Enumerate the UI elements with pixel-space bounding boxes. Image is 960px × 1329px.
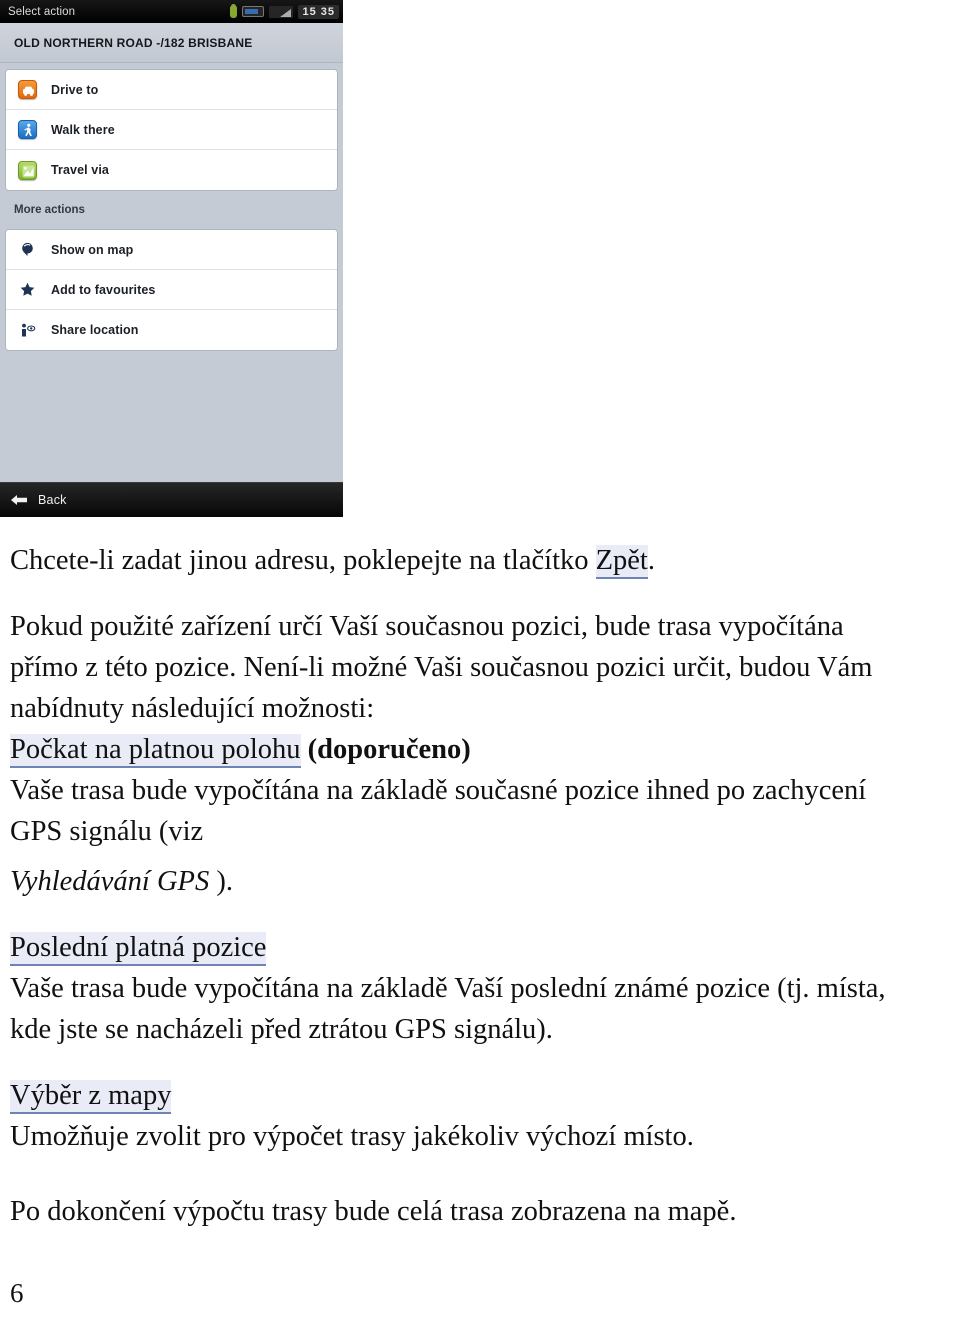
primary-actions-list: Drive to Walk there Travel via [5, 69, 338, 191]
gps-search-reference-end: ). [209, 866, 233, 897]
status-bar-icons: 15 35 [230, 3, 339, 19]
arrow-left-icon [10, 493, 28, 507]
phone-screenshot: Select action 15 35 OLD NORTHERN ROAD -/… [0, 0, 343, 517]
action-row-share-location[interactable]: Share location [6, 310, 337, 350]
status-bar-title: Select action [8, 5, 76, 18]
map-pin-icon [18, 240, 37, 259]
option-3-heading-line: Výběr z mapy [10, 1075, 946, 1116]
battery-icon [242, 6, 265, 17]
gps-search-reference: Vyhledávání GPS [10, 866, 210, 897]
more-actions-list: Show on map Add to favourites Share loca… [5, 229, 338, 351]
status-bar: Select action 15 35 [0, 0, 343, 23]
action-row-drive-to[interactable]: Drive to [6, 70, 337, 110]
option-2-heading-line: Poslední platná pozice [10, 927, 946, 968]
paragraph-intro-text: Chcete-li zadat jinou adresu, poklepejte… [10, 545, 596, 576]
paragraph-gps-line1: Pokud použité zařízení určí Vaší současn… [10, 611, 844, 642]
action-row-show-on-map[interactable]: Show on map [6, 230, 337, 270]
action-row-travel-via[interactable]: Travel via [6, 150, 337, 190]
action-label: Walk there [51, 122, 115, 137]
option-1-recommended-badge: (doporučeno) [300, 734, 471, 765]
more-actions-header: More actions [14, 204, 85, 216]
signal-icon [269, 5, 294, 18]
action-row-walk-there[interactable]: Walk there [6, 110, 337, 150]
action-label: Show on map [51, 242, 134, 257]
option-3-line1: Umožňuje zvolit pro výpočet trasy jakéko… [10, 1121, 694, 1152]
paragraph-closing: Po dokončení výpočtu trasy bude celá tra… [10, 1196, 737, 1227]
address-label: OLD NORTHERN ROAD -/182 BRISBANE [14, 35, 253, 50]
action-label: Drive to [51, 82, 99, 97]
pedestrian-icon [18, 120, 37, 139]
address-bar: OLD NORTHERN ROAD -/182 BRISBANE [0, 23, 343, 63]
page-number: 6 [10, 1278, 24, 1308]
option-2-heading[interactable]: Poslední platná pozice [10, 932, 267, 966]
document-body: Chcete-li zadat jinou adresu, poklepejte… [0, 540, 960, 1232]
share-location-icon [18, 321, 37, 340]
option-1-line1: Vaše trasa bude vypočítána na základě so… [10, 775, 867, 806]
option-1-heading[interactable]: Počkat na platnou polohu [10, 734, 301, 768]
back-button[interactable]: Back [0, 482, 343, 517]
option-1-reference-line: Vyhledávání GPS ). [10, 861, 946, 902]
paragraph-intro-period: . [647, 545, 655, 576]
back-button-label: Back [38, 493, 67, 507]
action-row-add-to-favourites[interactable]: Add to favourites [6, 270, 337, 310]
car-icon [18, 80, 37, 99]
paragraph-intro: Chcete-li zadat jinou adresu, poklepejte… [10, 540, 946, 581]
back-link-reference[interactable]: Zpět [595, 545, 648, 579]
route-icon [18, 160, 37, 180]
paragraph-gps-line2: přímo z této pozice. Není-li možné Vaši … [10, 652, 873, 683]
option-1-line2: GPS signálu (viz [10, 816, 204, 847]
clock-time: 15 35 [298, 4, 339, 19]
action-label: Add to favourites [51, 282, 156, 297]
paragraph-gps-line3: nabídnuty následující možnosti: [10, 693, 375, 724]
option-2-line2: kde jste se nacházeli před ztrátou GPS s… [10, 1014, 553, 1045]
option-3-heading[interactable]: Výběr z mapy [10, 1080, 172, 1114]
star-icon [18, 280, 37, 299]
action-label: Travel via [51, 163, 109, 177]
android-icon [230, 3, 238, 18]
action-label: Share location [51, 323, 139, 337]
option-2-line1: Vaše trasa bude vypočítána na základě Va… [10, 973, 886, 1004]
option-1-heading-line: Počkat na platnou polohu (doporučeno) [10, 729, 946, 770]
